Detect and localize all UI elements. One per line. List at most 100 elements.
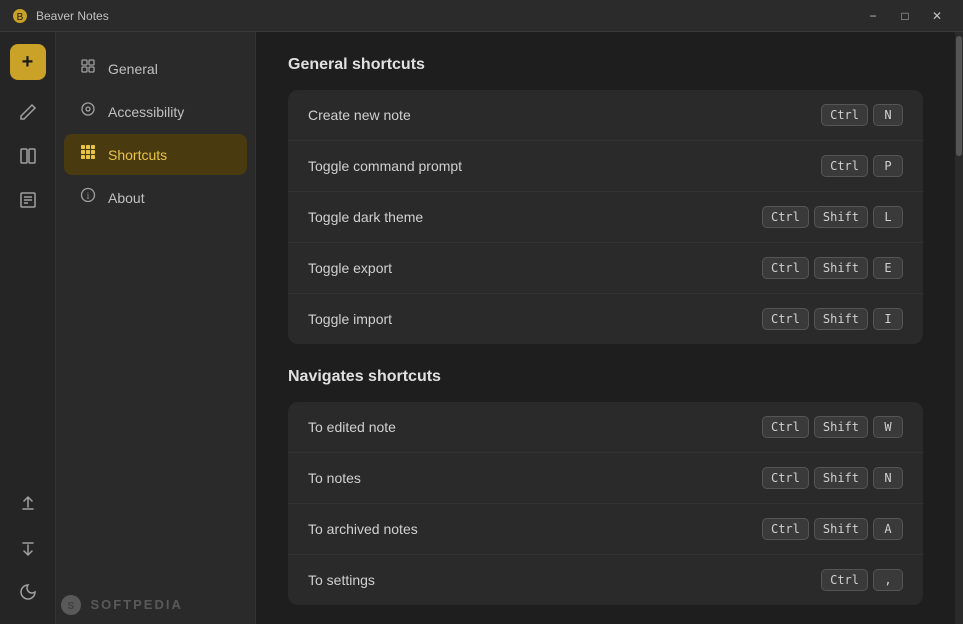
archived-notes-label: To archived notes	[308, 521, 418, 537]
key-ctrl: Ctrl	[762, 308, 809, 330]
key-l: L	[873, 206, 903, 228]
key-shift: Shift	[814, 206, 868, 228]
key-shift: Shift	[814, 467, 868, 489]
to-notes-keys: Ctrl Shift N	[762, 467, 903, 489]
key-e: E	[873, 257, 903, 279]
import-icon	[18, 538, 38, 558]
create-note-keys: Ctrl N	[821, 104, 903, 126]
edit-icon-button[interactable]	[8, 92, 48, 132]
key-ctrl: Ctrl	[821, 104, 868, 126]
theme-toggle-button[interactable]	[8, 572, 48, 612]
key-ctrl: Ctrl	[762, 467, 809, 489]
scrollbar[interactable]	[955, 32, 963, 624]
general-shortcuts-title: General shortcuts	[288, 56, 923, 74]
nav-general-label: General	[108, 61, 158, 77]
key-shift: Shift	[814, 518, 868, 540]
key-shift: Shift	[814, 308, 868, 330]
edited-note-keys: Ctrl Shift W	[762, 416, 903, 438]
notebook-icon	[18, 190, 38, 210]
shortcut-row-to-settings: To settings Ctrl ,	[288, 555, 923, 605]
watermark: S SOFTPEDIA	[60, 594, 183, 616]
maximize-button[interactable]: □	[891, 5, 919, 27]
key-ctrl: Ctrl	[762, 518, 809, 540]
moon-icon	[18, 582, 38, 602]
key-w: W	[873, 416, 903, 438]
export-icon-button[interactable]	[8, 484, 48, 524]
toggle-import-label: Toggle import	[308, 311, 392, 327]
key-ctrl: Ctrl	[821, 569, 868, 591]
key-shift: Shift	[814, 257, 868, 279]
notebook-icon-button[interactable]	[8, 180, 48, 220]
key-ctrl: Ctrl	[762, 206, 809, 228]
shortcuts-icon	[78, 144, 98, 165]
nav-accessibility-label: Accessibility	[108, 104, 184, 120]
create-note-label: Create new note	[308, 107, 411, 123]
edited-note-label: To edited note	[308, 419, 396, 435]
close-button[interactable]: ✕	[923, 5, 951, 27]
to-notes-label: To notes	[308, 470, 361, 486]
dark-theme-keys: Ctrl Shift L	[762, 206, 903, 228]
titlebar-controls: − □ ✕	[859, 5, 951, 27]
svg-text:S: S	[68, 601, 75, 612]
softpedia-logo-icon: S	[60, 594, 82, 616]
shortcut-row-toggle-export: Toggle export Ctrl Shift E	[288, 243, 923, 294]
edit-icon	[18, 102, 38, 122]
key-ctrl: Ctrl	[821, 155, 868, 177]
command-prompt-keys: Ctrl P	[821, 155, 903, 177]
shortcut-row-dark-theme: Toggle dark theme Ctrl Shift L	[288, 192, 923, 243]
general-shortcuts-card: Create new note Ctrl N Toggle command pr…	[288, 90, 923, 344]
layout-icon-button[interactable]	[8, 136, 48, 176]
shortcut-row-to-notes: To notes Ctrl Shift N	[288, 453, 923, 504]
titlebar-left: B Beaver Notes	[12, 8, 109, 24]
nav-item-accessibility[interactable]: Accessibility	[64, 91, 247, 132]
archived-notes-keys: Ctrl Shift A	[762, 518, 903, 540]
nav-item-shortcuts[interactable]: Shortcuts	[64, 134, 247, 175]
shortcut-row-toggle-import: Toggle import Ctrl Shift I	[288, 294, 923, 344]
toggle-export-keys: Ctrl Shift E	[762, 257, 903, 279]
svg-text:B: B	[17, 12, 24, 23]
navigates-shortcuts-title: Navigates shortcuts	[288, 368, 923, 386]
settings-nav: General Accessibility	[56, 32, 256, 624]
app-title: Beaver Notes	[36, 9, 109, 23]
nav-about-label: About	[108, 190, 145, 206]
accessibility-icon	[78, 101, 98, 122]
layout-icon	[18, 146, 38, 166]
icon-sidebar: +	[0, 32, 56, 624]
key-ctrl: Ctrl	[762, 257, 809, 279]
nav-item-general[interactable]: General	[64, 48, 247, 89]
shortcut-row-edited-note: To edited note Ctrl Shift W	[288, 402, 923, 453]
key-shift: Shift	[814, 416, 868, 438]
nav-item-about[interactable]: i About	[64, 177, 247, 218]
shortcut-row-archived-notes: To archived notes Ctrl Shift A	[288, 504, 923, 555]
toggle-import-keys: Ctrl Shift I	[762, 308, 903, 330]
svg-text:i: i	[87, 191, 90, 201]
watermark-text: SOFTPEDIA	[90, 597, 182, 612]
minimize-button[interactable]: −	[859, 5, 887, 27]
command-prompt-label: Toggle command prompt	[308, 158, 462, 174]
shortcuts-content: General shortcuts Create new note Ctrl N…	[256, 32, 955, 624]
key-comma: ,	[873, 569, 903, 591]
app-icon: B	[12, 8, 28, 24]
export-icon	[18, 494, 38, 514]
key-n: N	[873, 104, 903, 126]
scroll-thumb[interactable]	[956, 36, 962, 156]
about-icon: i	[78, 187, 98, 208]
navigates-shortcuts-card: To edited note Ctrl Shift W To notes Ctr…	[288, 402, 923, 605]
toggle-export-label: Toggle export	[308, 260, 392, 276]
to-settings-label: To settings	[308, 572, 375, 588]
nav-shortcuts-label: Shortcuts	[108, 147, 167, 163]
dark-theme-label: Toggle dark theme	[308, 209, 423, 225]
import-icon-button[interactable]	[8, 528, 48, 568]
add-note-button[interactable]: +	[10, 44, 46, 80]
key-p: P	[873, 155, 903, 177]
titlebar: B Beaver Notes − □ ✕	[0, 0, 963, 32]
shortcut-row-create-note: Create new note Ctrl N	[288, 90, 923, 141]
general-icon	[78, 58, 98, 79]
key-n: N	[873, 467, 903, 489]
app-body: +	[0, 32, 963, 624]
shortcut-row-command-prompt: Toggle command prompt Ctrl P	[288, 141, 923, 192]
key-ctrl: Ctrl	[762, 416, 809, 438]
key-i: I	[873, 308, 903, 330]
key-a: A	[873, 518, 903, 540]
to-settings-keys: Ctrl ,	[821, 569, 903, 591]
